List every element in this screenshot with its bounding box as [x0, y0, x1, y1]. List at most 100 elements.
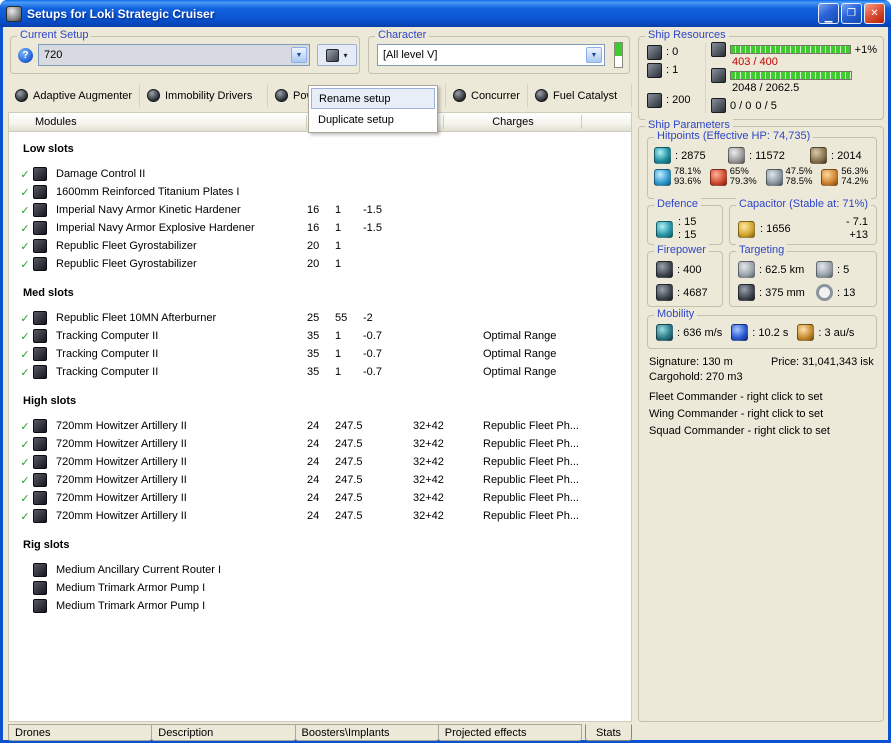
module-charge: Optimal Range — [483, 348, 557, 360]
column-header-modules[interactable]: Modules — [35, 116, 77, 128]
module-row[interactable]: Medium Trimark Armor Pump I — [9, 579, 631, 597]
module-row[interactable]: Medium Ancillary Current Router I — [9, 561, 631, 579]
module-icon — [33, 455, 47, 469]
setup-tools-button[interactable]: ▾ — [317, 44, 357, 66]
column-header-charges[interactable]: Charges — [446, 116, 580, 128]
module-row[interactable]: ✓ 1600mm Reinforced Titanium Plates I — [9, 183, 631, 201]
fitted-check-icon: ✓ — [20, 456, 30, 469]
ship-parameters-group: Ship Parameters Hitpoints (Effective HP:… — [638, 119, 884, 722]
max-targets-value: : 5 — [837, 263, 850, 276]
character-combobox[interactable]: [All level V] ▼ — [377, 44, 605, 66]
turret-hardpoints-value: : 0 — [666, 46, 679, 58]
tab-projected-effects[interactable]: Projected effects — [437, 724, 582, 741]
maximize-button[interactable]: ❐ — [841, 3, 862, 24]
calibration-icon — [711, 98, 726, 113]
module-stat-1: 24 — [307, 510, 320, 522]
cpu-bar-row: +1% — [711, 42, 877, 57]
help-button[interactable]: ? — [18, 48, 33, 63]
cpu-extra-value: +1% — [854, 43, 877, 56]
explosive-resist-icon — [821, 168, 839, 186]
wing-commander-setter[interactable]: Wing Commander - right click to set — [649, 407, 879, 422]
module-row[interactable]: ✓ 720mm Howitzer Artillery II 24 247.5 3… — [9, 417, 631, 435]
module-row[interactable]: ✓ 720mm Howitzer Artillery II 24 247.5 3… — [9, 471, 631, 489]
subsystem-icon — [15, 89, 28, 102]
thermal-resist-values: 65% 79.3% — [730, 167, 757, 187]
module-charge: Republic Fleet Ph... — [483, 474, 579, 486]
combo-arrow-icon[interactable]: ▼ — [586, 47, 602, 63]
mobility-body: : 636 m/s : 10.2 s : 3 au/s — [656, 324, 876, 341]
subsystem-label: Adaptive Augmenter — [33, 89, 132, 102]
firepower-body: : 400 : 4687 — [656, 261, 722, 301]
calibration-left-value: 0 / 0 — [730, 99, 752, 112]
module-stat-2: 1 — [335, 366, 342, 378]
structure-hp-value: : 2014 — [831, 149, 862, 162]
signature-price-row: Signature: 130 m Price: 31,041,343 isk — [649, 355, 879, 370]
module-stat-4: 32+42 — [413, 510, 444, 522]
module-stat-3: -0.7 — [363, 366, 382, 378]
module-stat-2: 1 — [335, 222, 342, 234]
module-row[interactable]: ✓ 720mm Howitzer Artillery II 24 247.5 3… — [9, 507, 631, 525]
subsystem-button-fuel-catalyst[interactable]: Fuel Catalyst — [528, 84, 632, 107]
menu-item-duplicate-setup[interactable]: Duplicate setup — [311, 109, 435, 130]
slot-section-title: Med slots — [23, 287, 74, 299]
module-icon — [33, 473, 47, 487]
rig-slots-section: Rig slots Medium Ancillary Current Route… — [9, 539, 631, 615]
module-row[interactable]: ✓ Tracking Computer II 35 1 -0.7 Optimal… — [9, 327, 631, 345]
shield-hp-value: : 2875 — [675, 149, 706, 162]
sensor-strength-icon — [816, 284, 833, 301]
combo-arrow-icon[interactable]: ▼ — [291, 47, 307, 63]
drone-capacity-value: : 200 — [666, 94, 691, 106]
med-slot-rows: ✓ Republic Fleet 10MN Afterburner 25 55 … — [9, 309, 631, 381]
module-row[interactable]: ✓ 720mm Howitzer Artillery II 24 247.5 3… — [9, 489, 631, 507]
capacitor-label: Capacitor (Stable at: 71%) — [736, 198, 872, 210]
squad-commander-setter[interactable]: Squad Commander - right click to set — [649, 424, 879, 439]
module-row[interactable]: ✓ Imperial Navy Armor Kinetic Hardener 1… — [9, 201, 631, 219]
align-time-stat: : 10.2 s — [731, 324, 788, 341]
defence-values: : 15 : 15 — [678, 216, 696, 242]
setup-combobox[interactable]: 720 ▼ — [38, 44, 310, 66]
tab-description[interactable]: Description — [151, 724, 296, 741]
targeting-label: Targeting — [736, 244, 788, 256]
module-row[interactable]: ✓ Imperial Navy Armor Explosive Hardener… — [9, 219, 631, 237]
module-row[interactable]: ✓ 720mm Howitzer Artillery II 24 247.5 3… — [9, 453, 631, 471]
warp-speed-value: : 3 au/s — [818, 326, 855, 339]
module-row[interactable]: ✓ Tracking Computer II 35 1 -0.7 Optimal… — [9, 345, 631, 363]
tab-boosters-implants[interactable]: Boosters\Implants — [294, 724, 439, 741]
module-row[interactable]: ✓ Republic Fleet Gyrostabilizer 20 1 — [9, 255, 631, 273]
module-row[interactable]: ✓ Republic Fleet 10MN Afterburner 25 55 … — [9, 309, 631, 327]
thermal-resist-stat: 65% 79.3% — [709, 167, 763, 187]
powergrid-usage-value: 2048 / 2062.5 — [732, 82, 800, 94]
module-row[interactable]: ✓ 720mm Howitzer Artillery II 24 247.5 3… — [9, 435, 631, 453]
character-label: Character — [375, 29, 430, 41]
subsystem-button-adaptive-augmenter[interactable]: Adaptive Augmenter — [8, 84, 140, 107]
cpu-icon — [711, 42, 726, 57]
left-tab-group: Drones Description Boosters\Implants Pro… — [8, 724, 582, 741]
kinetic-resist-stat: 47.5% 78.5% — [765, 167, 819, 187]
fitted-check-icon: ✓ — [20, 258, 30, 271]
close-button[interactable]: ✕ — [864, 3, 885, 24]
module-stat-2: 247.5 — [335, 474, 363, 486]
menu-item-rename-setup[interactable]: Rename setup — [311, 88, 435, 109]
subsystem-button-concurrency[interactable]: Concurrenc... — [446, 84, 528, 107]
module-charge: Republic Fleet Ph... — [483, 510, 579, 522]
capacitor-deltas: - 7.1 +13 — [846, 216, 868, 242]
defence-label: Defence — [654, 198, 701, 210]
tab-stats[interactable]: Stats — [585, 724, 632, 741]
module-row[interactable]: Medium Trimark Armor Pump I — [9, 597, 631, 615]
current-setup-label: Current Setup — [17, 29, 92, 41]
tab-drones[interactable]: Drones — [8, 724, 153, 741]
targeting-body: : 62.5 km : 5 : 375 mm : 13 — [738, 261, 876, 301]
subsystem-button-immobility-drivers[interactable]: Immobility Drivers — [140, 84, 268, 107]
module-row[interactable]: ✓ Damage Control II — [9, 165, 631, 183]
tab-label: Stats — [595, 726, 622, 739]
module-stat-2: 247.5 — [335, 438, 363, 450]
module-row[interactable]: ✓ Tracking Computer II 35 1 -0.7 Optimal… — [9, 363, 631, 381]
module-stat-4: 32+42 — [413, 492, 444, 504]
resist-value: 93.6% — [674, 176, 701, 187]
resists-row: 78.1% 93.6% 65% 79.3% 47.5% 78.5% 56.3% … — [654, 167, 874, 187]
module-icon — [33, 167, 47, 181]
module-row[interactable]: ✓ Republic Fleet Gyrostabilizer 20 1 — [9, 237, 631, 255]
fleet-commander-setter[interactable]: Fleet Commander - right click to set — [649, 390, 879, 405]
minimize-button[interactable]: ▁ — [818, 3, 839, 24]
module-icon — [33, 365, 47, 379]
